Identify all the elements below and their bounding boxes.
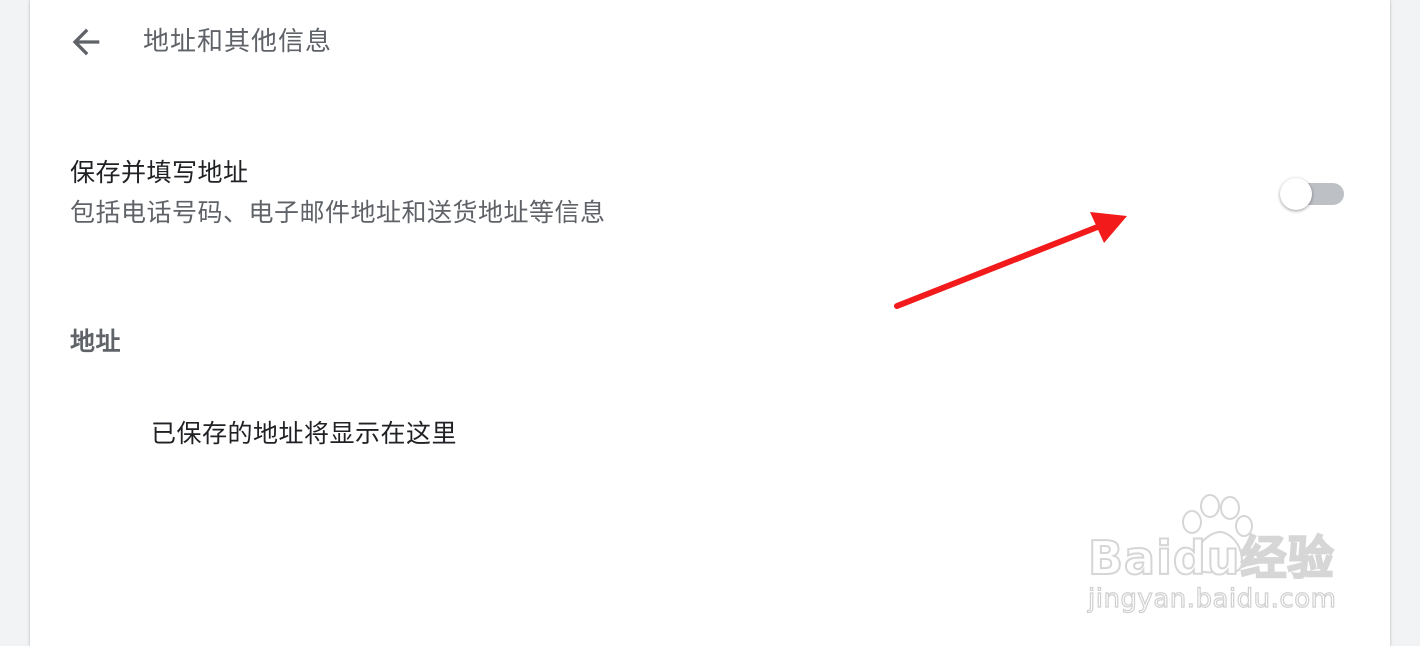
- addresses-empty-message: 已保存的地址将显示在这里: [151, 419, 458, 448]
- save-addresses-toggle[interactable]: [1280, 178, 1344, 210]
- toggle-thumb: [1280, 178, 1312, 210]
- back-button[interactable]: [66, 22, 106, 62]
- autofill-setting-description: 包括电话号码、电子邮件地址和送货地址等信息: [70, 198, 606, 227]
- addresses-section-heading: 地址: [70, 327, 122, 356]
- page-title: 地址和其他信息: [143, 27, 333, 57]
- settings-card: 地址和其他信息 保存并填写地址 包括电话号码、电子邮件地址和送货地址等信息 地址…: [30, 0, 1390, 646]
- autofill-setting-title: 保存并填写地址: [70, 158, 249, 187]
- arrow-back-icon: [72, 28, 100, 56]
